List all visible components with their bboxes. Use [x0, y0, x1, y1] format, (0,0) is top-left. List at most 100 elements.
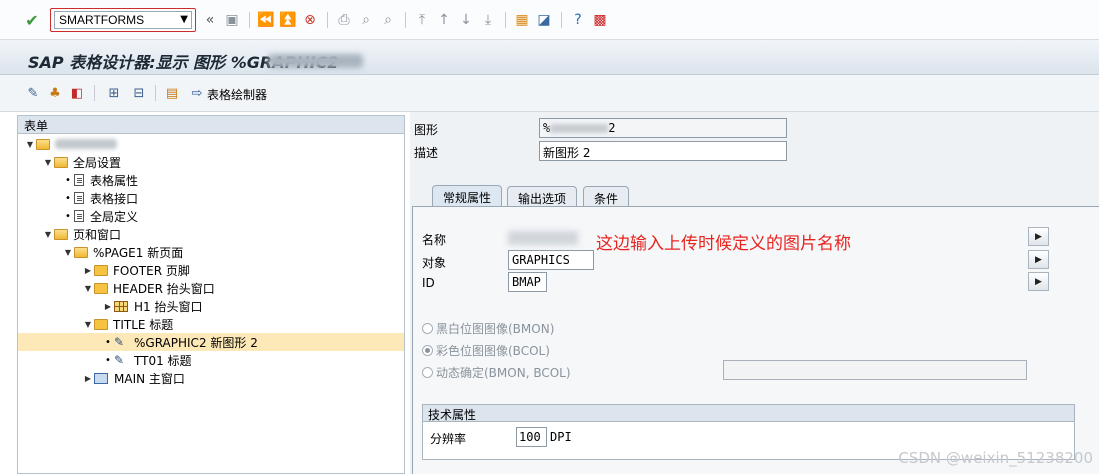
radio-label: 动态确定(BMON, BCOL) — [436, 366, 571, 380]
name-detail-button[interactable]: ▶ — [1028, 227, 1049, 246]
radio-label: 彩色位图图像(BCOL) — [436, 344, 550, 358]
document-icon — [74, 174, 84, 186]
main-window-icon — [94, 372, 108, 384]
graphic-name-prefix: % — [543, 121, 551, 135]
enter-check-icon[interactable]: ✔ — [22, 10, 42, 30]
tree-node-header[interactable]: ▼ HEADER 抬头窗口 — [18, 279, 404, 297]
command-field[interactable]: SMARTFORMS — [54, 11, 192, 29]
collapse-triangle-icon[interactable]: ▶ — [82, 374, 94, 383]
redaction-blur — [55, 139, 117, 149]
toolbar-separator — [94, 85, 95, 101]
previous-page-icon[interactable]: ↑ — [434, 10, 454, 30]
new-session-icon[interactable]: ▦ — [512, 10, 532, 30]
tree-node-form-attributes[interactable]: • 表格属性 — [18, 171, 404, 189]
radio-circle-icon — [422, 367, 433, 378]
save-icon[interactable]: ▣ — [222, 10, 242, 30]
expand-triangle-icon[interactable]: ▼ — [24, 140, 36, 149]
graphic-name-suffix: 2 — [608, 121, 616, 135]
customize-layout-icon[interactable]: ▩ — [590, 10, 610, 30]
collapse-icon[interactable]: « — [200, 10, 220, 30]
form-painter-arrow-icon[interactable]: ⇨ — [188, 84, 206, 102]
activate-icon[interactable]: ♣ — [46, 84, 64, 102]
bullet-icon: • — [65, 210, 71, 222]
object-detail-button[interactable]: ▶ — [1028, 250, 1049, 269]
tree-node-title[interactable]: ▼ TITLE 标题 — [18, 315, 404, 333]
folder-open-icon — [36, 138, 50, 150]
tree-node-pages-windows[interactable]: ▼ 页和窗口 — [18, 225, 404, 243]
collapse-triangle-icon[interactable]: ▶ — [102, 302, 114, 311]
description-field[interactable]: 新图形 2 — [539, 141, 787, 161]
application-toolbar: ✎ ♣ ◧ ⊞ ⊟ ▤ ⇨ 表格绘制器 — [0, 75, 1099, 112]
last-page-icon[interactable]: ⤓ — [478, 10, 498, 30]
expand-triangle-icon[interactable]: ▼ — [42, 230, 54, 239]
tree-node-label: H1 抬头窗口 — [134, 299, 203, 314]
help-icon[interactable]: ? — [568, 10, 588, 30]
tree-node-main[interactable]: ▶ MAIN 主窗口 — [18, 369, 404, 387]
find-icon[interactable]: ⌕ — [356, 10, 376, 30]
title-bar: SAP 表格设计器:显示 图形 %GRAPHIC2 — [0, 40, 1099, 75]
tab-conditions[interactable]: 条件 — [583, 186, 630, 208]
form-painter-button[interactable]: 表格绘制器 — [207, 86, 267, 103]
dynamic-field[interactable] — [723, 360, 1027, 380]
tree-node-footer[interactable]: ▶ FOOTER 页脚 — [18, 261, 404, 279]
tree-header: 表单 — [18, 116, 404, 134]
radio-dynamic[interactable]: 动态确定(BMON, BCOL) — [422, 364, 571, 381]
bullet-icon: • — [105, 354, 111, 366]
expand-triangle-icon[interactable]: ▼ — [62, 248, 74, 257]
bullet-icon: • — [105, 336, 111, 348]
field-list-icon[interactable]: ▤ — [163, 84, 181, 102]
folder-open-icon — [74, 246, 88, 258]
collapse-triangle-icon[interactable]: ▶ — [82, 266, 94, 275]
tree-node-graphic2[interactable]: • ✎ %GRAPHIC2 新图形 2 — [18, 333, 404, 351]
group-title: 技术属性 — [423, 405, 1074, 422]
tree-node-global-settings[interactable]: ▼ 全局设置 — [18, 153, 404, 171]
tree-node-label: 全局设置 — [73, 155, 122, 170]
tree-node-label: 页和窗口 — [73, 227, 122, 242]
system-toolbar: ✔ SMARTFORMS ▼ « ▣ ⏪ ⏫ ⊗ ⎙ ⌕ ⌕ ⤒ ↑ ↓ ⤓ ▦… — [0, 0, 1099, 40]
id-field[interactable]: BMAP — [508, 272, 547, 292]
tree-node-root[interactable]: ▼ — [18, 135, 404, 153]
resolution-field[interactable]: 100 — [516, 427, 547, 447]
shortcut-icon[interactable]: ◪ — [534, 10, 554, 30]
graphic-name-field[interactable]: % 2 — [539, 118, 787, 138]
tree-node-label: HEADER 抬头窗口 — [113, 281, 215, 296]
id-detail-button[interactable]: ▶ — [1028, 272, 1049, 291]
document-icon — [74, 192, 84, 204]
table-icon — [114, 300, 128, 312]
radio-color-bitmap[interactable]: 彩色位图图像(BCOL) — [422, 342, 550, 359]
command-field-wrapper: SMARTFORMS ▼ — [50, 8, 196, 32]
radio-label: 黑白位图图像(BMON) — [436, 322, 555, 336]
next-page-icon[interactable]: ↓ — [456, 10, 476, 30]
window-icon — [94, 318, 108, 330]
folder-open-icon — [54, 228, 68, 240]
collapse-all-icon[interactable]: ⊟ — [130, 84, 148, 102]
radio-bw-bitmap[interactable]: 黑白位图图像(BMON) — [422, 320, 554, 337]
cancel-icon[interactable]: ⊗ — [300, 10, 320, 30]
annotation-note: 这边输入上传时候定义的图片名称 — [596, 234, 851, 254]
object-field[interactable]: GRAPHICS — [508, 250, 594, 270]
exit-icon[interactable]: ⏫ — [278, 10, 298, 30]
tree-node-h1[interactable]: ▶ H1 抬头窗口 — [18, 297, 404, 315]
name-field-redacted[interactable] — [508, 231, 578, 245]
find-next-icon[interactable]: ⌕ — [378, 10, 398, 30]
test-icon[interactable]: ◧ — [68, 84, 86, 102]
print-icon[interactable]: ⎙ — [334, 10, 354, 30]
tree-node-form-interface[interactable]: • 表格接口 — [18, 189, 404, 207]
tree-node-page1[interactable]: ▼ %PAGE1 新页面 — [18, 243, 404, 261]
chevron-down-icon[interactable]: ▼ — [180, 14, 188, 25]
expand-triangle-icon[interactable]: ▼ — [82, 320, 94, 329]
expand-triangle-icon[interactable]: ▼ — [42, 158, 54, 167]
play-arrow-icon: ▶ — [1035, 254, 1042, 265]
play-arrow-icon: ▶ — [1035, 276, 1042, 287]
tree-node-global-definitions[interactable]: • 全局定义 — [18, 207, 404, 225]
expand-icon[interactable]: ⊞ — [105, 84, 123, 102]
back-icon[interactable]: ⏪ — [256, 10, 276, 30]
tree-node-tt01[interactable]: • ✎ TT01 标题 — [18, 351, 404, 369]
display-change-icon[interactable]: ✎ — [24, 84, 42, 102]
first-page-icon[interactable]: ⤒ — [412, 10, 432, 30]
id-label: ID — [422, 276, 435, 290]
graphic-label: 图形 — [414, 123, 439, 137]
tab-output-options[interactable]: 输出选项 — [507, 186, 578, 208]
expand-triangle-icon[interactable]: ▼ — [82, 284, 94, 293]
tab-general-attributes[interactable]: 常规属性 — [432, 185, 503, 208]
